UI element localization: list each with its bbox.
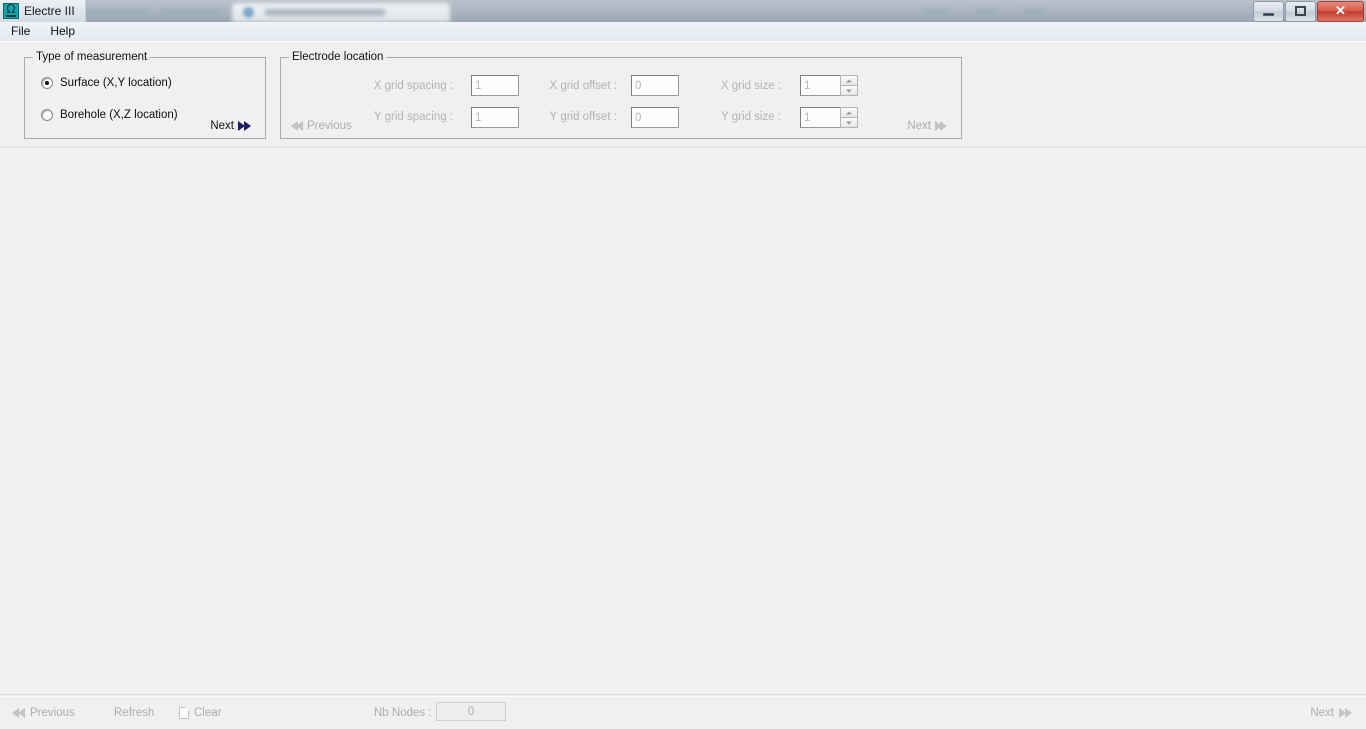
refresh-button[interactable]: Refresh	[114, 707, 154, 719]
nb-nodes-field[interactable]	[436, 702, 506, 721]
radio-borehole[interactable]: Borehole (X,Z location)	[41, 109, 178, 121]
bottom-next-button[interactable]: Next	[1310, 707, 1352, 719]
minimize-button[interactable]	[1253, 1, 1284, 22]
previous-arrow-icon	[296, 121, 303, 131]
y-grid-size-stepper[interactable]	[840, 107, 858, 128]
omega-app-icon	[3, 3, 19, 19]
measurement-next-button[interactable]: Next	[210, 120, 251, 132]
bottom-toolbar-inner: Previous Refresh Clear Nb Nodes : Next	[0, 696, 1366, 729]
y-grid-spacing-label: Y grid spacing :	[373, 111, 453, 123]
next-arrow-icon	[940, 121, 947, 131]
next-arrow-icon	[244, 121, 251, 131]
next-arrow-icon	[1345, 708, 1352, 718]
x-grid-offset-input[interactable]	[631, 75, 679, 96]
client-area: Type of measurement Surface (X,Y locatio…	[0, 41, 1366, 729]
radio-surface-label: Surface (X,Y location)	[60, 77, 172, 89]
panel-divider-highlight	[0, 148, 1366, 149]
x-grid-spacing-input[interactable]	[471, 75, 519, 96]
x-grid-size-label: X grid size :	[713, 80, 781, 92]
y-grid-size-input[interactable]	[800, 107, 842, 128]
chevron-down-icon	[846, 89, 852, 92]
radio-borehole-indicator[interactable]	[41, 109, 53, 121]
chevron-up-icon	[846, 79, 852, 82]
electrode-next-label: Next	[907, 120, 931, 132]
type-of-measurement-panel: Type of measurement Surface (X,Y locatio…	[24, 57, 266, 139]
window-title: Electre III	[24, 4, 75, 18]
menu-item-file[interactable]: File	[2, 22, 39, 41]
electrode-previous-button[interactable]: Previous	[291, 120, 352, 132]
x-grid-size-decrement-button[interactable]	[840, 85, 858, 96]
y-grid-size-increment-button[interactable]	[840, 107, 858, 117]
y-grid-offset-label: Y grid offset :	[539, 111, 617, 123]
y-grid-size-decrement-button[interactable]	[840, 117, 858, 128]
clear-button[interactable]: Clear	[179, 707, 221, 719]
y-grid-size-label: Y grid size :	[713, 111, 781, 123]
close-icon: ✕	[1318, 3, 1363, 19]
chevron-up-icon	[846, 111, 852, 114]
x-grid-size-input[interactable]	[800, 75, 842, 96]
nb-nodes-label-text: Nb Nodes :	[374, 707, 432, 719]
radio-surface-indicator[interactable]	[41, 77, 53, 89]
menu-item-help[interactable]: Help	[41, 22, 84, 41]
close-button[interactable]: ✕	[1317, 1, 1364, 22]
radio-borehole-label: Borehole (X,Z location)	[60, 109, 178, 121]
measurement-next-label: Next	[210, 120, 234, 132]
refresh-label: Refresh	[114, 707, 154, 719]
x-grid-offset-label: X grid offset :	[539, 80, 617, 92]
previous-arrow-icon	[18, 708, 25, 718]
bottom-toolbar: Previous Refresh Clear Nb Nodes : Next	[0, 694, 1366, 728]
bottom-previous-button[interactable]: Previous	[12, 707, 75, 719]
x-grid-size-increment-button[interactable]	[840, 75, 858, 85]
clear-label: Clear	[194, 707, 221, 719]
bottom-previous-label: Previous	[30, 707, 75, 719]
bottom-next-label: Next	[1310, 707, 1334, 719]
x-grid-spacing-label: X grid spacing :	[373, 80, 453, 92]
electrode-location-title: Electrode location	[289, 51, 386, 63]
title-bar: Electre III ✕	[0, 0, 1366, 22]
type-of-measurement-title: Type of measurement	[33, 51, 150, 63]
x-grid-size-stepper[interactable]	[840, 75, 858, 96]
title-bar-left: Electre III	[0, 0, 86, 22]
electrode-previous-label: Previous	[307, 120, 352, 132]
electrode-next-button[interactable]: Next	[907, 120, 947, 132]
restore-button[interactable]	[1285, 1, 1316, 22]
y-grid-spacing-input[interactable]	[471, 107, 519, 128]
window-controls: ✕	[1252, 1, 1364, 22]
chevron-down-icon	[846, 121, 852, 124]
y-grid-offset-input[interactable]	[631, 107, 679, 128]
nb-nodes-label: Nb Nodes :	[374, 707, 432, 719]
radio-surface[interactable]: Surface (X,Y location)	[41, 77, 172, 89]
document-icon	[179, 707, 189, 719]
menu-bar: File Help	[0, 22, 1366, 42]
electrode-location-panel: Electrode location X grid spacing : Y gr…	[280, 57, 962, 139]
